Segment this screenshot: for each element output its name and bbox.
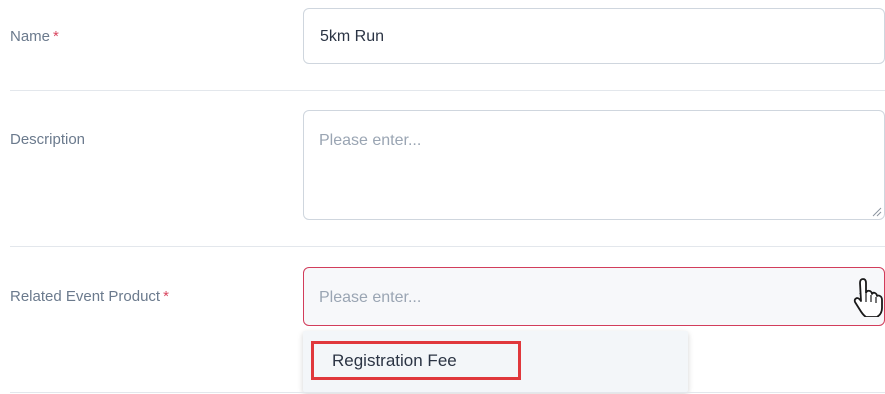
required-mark: * [53,28,59,45]
resize-grip-icon[interactable] [870,205,882,217]
divider [10,90,885,91]
description-label: Description [10,131,85,148]
name-value: 5km Run [320,28,385,45]
divider [10,392,885,393]
description-label-text: Description [10,131,86,148]
related-event-product-label: Related Event Product * [10,288,169,305]
hand-pointer-icon [853,278,883,317]
description-placeholder: Please enter... [319,132,422,149]
name-label: Name * [10,28,59,45]
related-event-product-label-text: Related Event Product [10,288,161,305]
related-event-product-select[interactable]: Please enter... [303,267,885,326]
name-label-text: Name [10,28,51,45]
required-mark: * [163,288,169,305]
name-input[interactable]: 5km Run [303,8,885,64]
dropdown-menu: Registration Fee [303,331,688,392]
description-textarea[interactable]: Please enter... [303,110,885,220]
dropdown-option-registration-fee[interactable]: Registration Fee [311,341,521,380]
divider [10,246,885,247]
related-event-product-placeholder: Please enter... [319,289,422,306]
